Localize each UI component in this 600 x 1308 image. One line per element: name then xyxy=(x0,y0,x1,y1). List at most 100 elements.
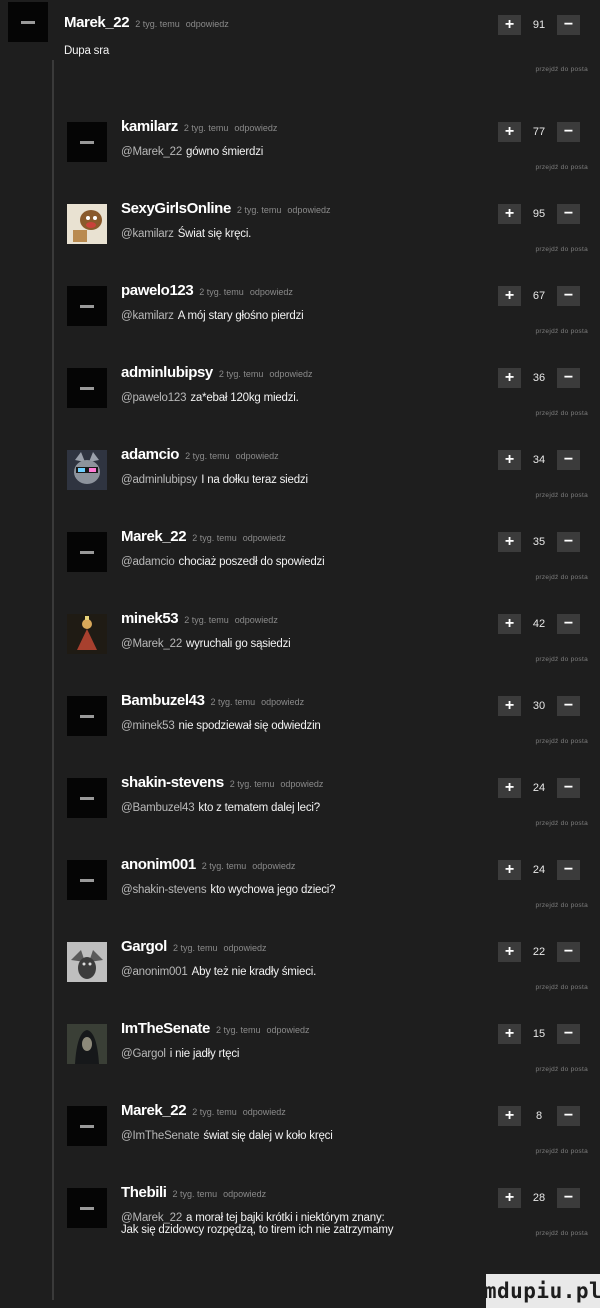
username-link[interactable]: adminlubipsy xyxy=(121,364,213,381)
username-link[interactable]: pawelo123 xyxy=(121,282,194,299)
reply-link[interactable]: odpowiedz xyxy=(267,1025,310,1035)
mention-link[interactable]: @Bambuzel43 xyxy=(121,802,195,814)
downvote-button[interactable]: − xyxy=(557,15,580,35)
mention-link[interactable]: @Marek_22 xyxy=(121,638,182,650)
username-link[interactable]: shakin-stevens xyxy=(121,774,224,791)
upvote-button[interactable]: + xyxy=(498,860,521,880)
reply-link[interactable]: odpowiedz xyxy=(243,533,286,543)
reply-link[interactable]: odpowiedz xyxy=(235,615,278,625)
reply-link[interactable]: odpowiedz xyxy=(223,1189,266,1199)
avatar[interactable] xyxy=(67,778,107,818)
upvote-button[interactable]: + xyxy=(498,1106,521,1126)
go-to-post-link[interactable]: przejdź do posta xyxy=(536,246,589,253)
reply-link[interactable]: odpowiedz xyxy=(250,287,293,297)
reply-link[interactable]: odpowiedz xyxy=(280,779,323,789)
reply-link[interactable]: odpowiedz xyxy=(252,861,295,871)
reply-link[interactable]: odpowiedz xyxy=(234,123,277,133)
go-to-post-link[interactable]: przejdź do posta xyxy=(536,984,589,991)
avatar[interactable] xyxy=(67,286,107,326)
go-to-post-link[interactable]: przejdź do posta xyxy=(536,902,589,909)
reply-link[interactable]: odpowiedz xyxy=(186,19,229,29)
reply-link[interactable]: odpowiedz xyxy=(236,451,279,461)
upvote-button[interactable]: + xyxy=(498,286,521,306)
downvote-button[interactable]: − xyxy=(557,204,580,224)
avatar[interactable] xyxy=(8,2,48,42)
downvote-button[interactable]: − xyxy=(557,860,580,880)
avatar[interactable] xyxy=(67,122,107,162)
username-link[interactable]: Thebili xyxy=(121,1184,167,1201)
username-link[interactable]: kamilarz xyxy=(121,118,178,135)
downvote-button[interactable]: − xyxy=(557,450,580,470)
avatar[interactable] xyxy=(67,204,107,244)
avatar[interactable] xyxy=(67,1024,107,1064)
mention-link[interactable]: @kamilarz xyxy=(121,228,174,240)
downvote-button[interactable]: − xyxy=(557,532,580,552)
mention-link[interactable]: @pawelo123 xyxy=(121,392,187,404)
go-to-post-link[interactable]: przejdź do posta xyxy=(536,738,589,745)
downvote-button[interactable]: − xyxy=(557,778,580,798)
downvote-button[interactable]: − xyxy=(557,1188,580,1208)
go-to-post-link[interactable]: przejdź do posta xyxy=(536,574,589,581)
avatar[interactable] xyxy=(67,450,107,490)
reply-link[interactable]: odpowiedz xyxy=(269,369,312,379)
upvote-button[interactable]: + xyxy=(498,204,521,224)
username-link[interactable]: Marek_22 xyxy=(121,528,187,545)
upvote-button[interactable]: + xyxy=(498,778,521,798)
reply-link[interactable]: odpowiedz xyxy=(287,205,330,215)
upvote-button[interactable]: + xyxy=(498,15,521,35)
downvote-button[interactable]: − xyxy=(557,368,580,388)
username-link[interactable]: Gargol xyxy=(121,938,167,955)
upvote-button[interactable]: + xyxy=(498,696,521,716)
avatar[interactable] xyxy=(67,368,107,408)
username-link[interactable]: adamcio xyxy=(121,446,179,463)
downvote-button[interactable]: − xyxy=(557,614,580,634)
go-to-post-link[interactable]: przejdź do posta xyxy=(536,492,589,499)
go-to-post-link[interactable]: przejdź do posta xyxy=(536,328,589,335)
go-to-post-link[interactable]: przejdź do posta xyxy=(536,410,589,417)
avatar[interactable] xyxy=(67,532,107,572)
username-link[interactable]: minek53 xyxy=(121,610,179,627)
go-to-post-link[interactable]: przejdź do posta xyxy=(536,1066,589,1073)
avatar[interactable] xyxy=(67,614,107,654)
downvote-button[interactable]: − xyxy=(557,1106,580,1126)
mention-link[interactable]: @shakin-stevens xyxy=(121,884,207,896)
mention-link[interactable]: @adamcio xyxy=(121,556,175,568)
downvote-button[interactable]: − xyxy=(557,1024,580,1044)
upvote-button[interactable]: + xyxy=(498,368,521,388)
avatar[interactable] xyxy=(67,1188,107,1228)
username-link[interactable]: Bambuzel43 xyxy=(121,692,205,709)
mention-link[interactable]: @Marek_22 xyxy=(121,146,182,158)
reply-link[interactable]: odpowiedz xyxy=(223,943,266,953)
go-to-post-link[interactable]: przejdź do posta xyxy=(536,820,589,827)
go-to-post-link[interactable]: przejdź do posta xyxy=(536,66,589,73)
downvote-button[interactable]: − xyxy=(557,696,580,716)
downvote-button[interactable]: − xyxy=(557,942,580,962)
upvote-button[interactable]: + xyxy=(498,450,521,470)
downvote-button[interactable]: − xyxy=(557,122,580,142)
upvote-button[interactable]: + xyxy=(498,122,521,142)
reply-link[interactable]: odpowiedz xyxy=(261,697,304,707)
mention-link[interactable]: @anonim001 xyxy=(121,966,188,978)
mention-link[interactable]: @minek53 xyxy=(121,720,175,732)
avatar[interactable] xyxy=(67,860,107,900)
mention-link[interactable]: @ImTheSenate xyxy=(121,1130,200,1142)
username-link[interactable]: SexyGirlsOnline xyxy=(121,200,231,217)
avatar[interactable] xyxy=(67,1106,107,1146)
go-to-post-link[interactable]: przejdź do posta xyxy=(536,164,589,171)
upvote-button[interactable]: + xyxy=(498,942,521,962)
avatar[interactable] xyxy=(67,696,107,736)
upvote-button[interactable]: + xyxy=(498,614,521,634)
mention-link[interactable]: @kamilarz xyxy=(121,310,174,322)
mention-link[interactable]: @adminlubipsy xyxy=(121,474,197,486)
reply-link[interactable]: odpowiedz xyxy=(243,1107,286,1117)
username-link[interactable]: Marek_22 xyxy=(121,1102,187,1119)
go-to-post-link[interactable]: przejdź do posta xyxy=(536,1230,589,1237)
username-link[interactable]: anonim001 xyxy=(121,856,196,873)
mention-link[interactable]: @Gargol xyxy=(121,1048,166,1060)
mention-link[interactable]: @Marek_22 xyxy=(121,1212,182,1224)
upvote-button[interactable]: + xyxy=(498,1188,521,1208)
username-link[interactable]: ImTheSenate xyxy=(121,1020,210,1037)
upvote-button[interactable]: + xyxy=(498,532,521,552)
upvote-button[interactable]: + xyxy=(498,1024,521,1044)
username-link[interactable]: Marek_22 xyxy=(64,14,130,31)
